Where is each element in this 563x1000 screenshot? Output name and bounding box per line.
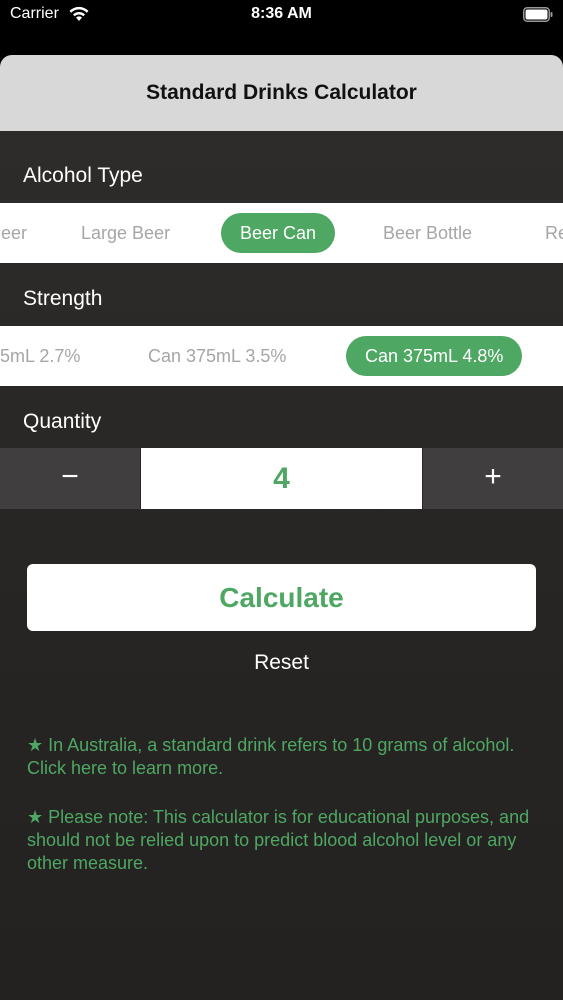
alcohol-type-option-selected[interactable]: Beer Can: [221, 213, 336, 253]
alcohol-type-option[interactable]: Beer Bottle: [364, 213, 491, 253]
alcohol-type-option[interactable]: Large Beer: [62, 213, 189, 253]
reset-button[interactable]: Reset: [0, 651, 563, 675]
strength-picker[interactable]: 5mL 2.7% Can 375mL 3.5% Can 375mL 4.8%: [0, 326, 563, 386]
alcohol-type-picker[interactable]: eer Large Beer Beer Can Beer Bottle Re: [0, 203, 563, 263]
standard-drink-info-link[interactable]: ★ In Australia, a standard drink refers …: [27, 734, 532, 780]
alcohol-type-option[interactable]: eer: [0, 213, 46, 253]
strength-label: Strength: [23, 287, 103, 310]
strength-option[interactable]: Can 375mL 3.5%: [129, 336, 305, 376]
sheet-header: Standard Drinks Calculator: [0, 55, 563, 131]
decrement-button[interactable]: −: [0, 448, 140, 509]
strength-option[interactable]: 5mL 2.7%: [0, 336, 99, 376]
alcohol-type-option[interactable]: Re: [526, 213, 563, 253]
quantity-label: Quantity: [23, 410, 102, 433]
status-bar: Carrier 8:36 AM: [0, 0, 563, 32]
strength-option-selected[interactable]: Can 375mL 4.8%: [346, 336, 523, 376]
quantity-stepper: − 4 +: [0, 448, 563, 509]
alcohol-type-label: Alcohol Type: [23, 164, 143, 187]
increment-button[interactable]: +: [423, 448, 563, 509]
disclaimer-note: ★ Please note: This calculator is for ed…: [27, 807, 530, 873]
calculator-sheet: Standard Drinks Calculator Alcohol Type …: [0, 55, 563, 1000]
calculate-button[interactable]: Calculate: [27, 564, 536, 631]
clock: 8:36 AM: [251, 5, 312, 22]
page-title: Standard Drinks Calculator: [146, 81, 417, 104]
battery-icon: [523, 7, 553, 22]
quantity-value: 4: [141, 448, 422, 509]
